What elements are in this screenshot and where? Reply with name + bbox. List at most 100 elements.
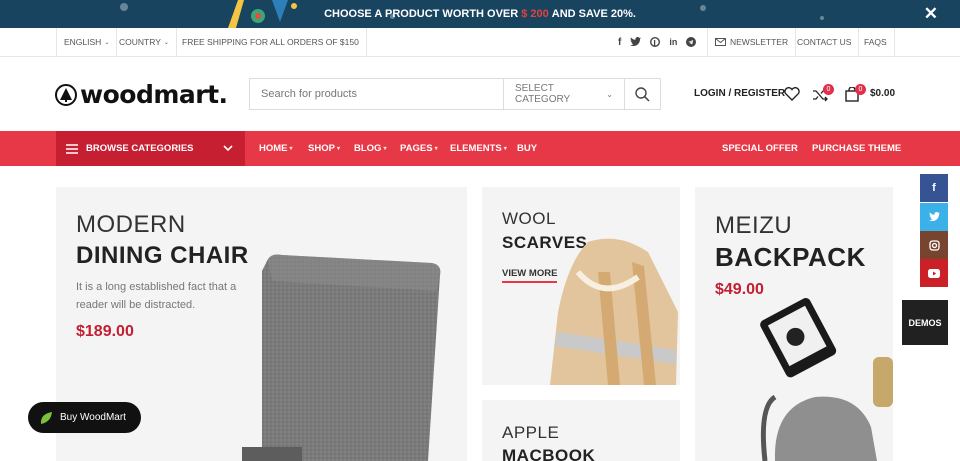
- special-offer-label: SPECIAL OFFER: [722, 143, 798, 154]
- contact-label: CONTACT US: [797, 37, 852, 47]
- promo-text-end: AND SAVE 20%.: [551, 8, 636, 20]
- purchase-theme-link[interactable]: PURCHASE THEME: [812, 131, 901, 166]
- card-title-line1: MEIZU: [715, 212, 793, 239]
- chevron-down-icon: ▾: [383, 146, 387, 152]
- promo-bar: CHOOSE A PRODUCT WORTH OVER $ 200 AND SA…: [0, 0, 960, 28]
- nav-item-label: ELEMENTS: [450, 143, 502, 154]
- snow-dot: [390, 14, 395, 19]
- twitter-icon[interactable]: [630, 37, 642, 47]
- faqs-link[interactable]: FAQS: [857, 28, 895, 56]
- side-twitter-button[interactable]: [920, 203, 948, 231]
- demos-label: DEMOS: [908, 317, 942, 328]
- card-title-line2: DINING CHAIR: [76, 242, 249, 269]
- search-input[interactable]: [250, 79, 503, 109]
- chevron-down-icon: ⌄: [606, 89, 613, 99]
- newsletter-link[interactable]: NEWSLETTER: [707, 28, 797, 56]
- hamburger-menu-icon: [66, 143, 78, 154]
- chevron-down-icon: ⌄: [163, 39, 169, 46]
- card-title-line1: MODERN: [76, 211, 186, 238]
- promo-card-meizu-backpack[interactable]: MEIZU BACKPACK $49.00: [695, 187, 893, 461]
- nav-item-home[interactable]: HOME ▾: [259, 131, 293, 166]
- wool-scarf-image: [550, 238, 678, 385]
- nav-item-blog[interactable]: BLOG ▾: [354, 131, 386, 166]
- side-facebook-button[interactable]: f: [920, 174, 948, 202]
- facebook-icon[interactable]: f: [618, 37, 621, 48]
- telegram-icon[interactable]: [686, 37, 697, 47]
- cart-total[interactable]: $0.00: [870, 88, 895, 99]
- browse-categories-button[interactable]: BROWSE CATEGORIES: [56, 131, 245, 166]
- nav-item-buy[interactable]: BUY: [517, 131, 537, 166]
- pinterest-icon[interactable]: [650, 37, 661, 47]
- newsletter-label: NEWSLETTER: [730, 37, 789, 47]
- nav-item-label: BUY: [517, 143, 538, 154]
- contact-link[interactable]: CONTACT US: [790, 28, 860, 56]
- buy-woodmart-label: Buy WoodMart: [60, 412, 126, 423]
- nav-item-label: BLOG: [354, 143, 382, 154]
- shipping-notice: FREE SHIPPING FOR ALL ORDERS OF $150: [175, 28, 367, 56]
- category-select-label: SELECT CATEGORY: [515, 83, 571, 105]
- christmas-decoration-icon: [228, 0, 297, 28]
- promo-card-apple-macbook[interactable]: APPLE MACBOOK: [482, 400, 680, 461]
- nav-item-pages[interactable]: PAGES ▾: [400, 131, 438, 166]
- language-selector[interactable]: ENGLISH ⌄: [56, 28, 118, 56]
- card-title-line2: BACKPACK: [715, 242, 866, 272]
- chevron-down-icon: ⌄: [104, 39, 110, 46]
- promo-card-wool-scarves[interactable]: WOOL SCARVES VIEW MORE: [482, 187, 680, 385]
- country-selector[interactable]: COUNTRY ⌄: [112, 28, 177, 56]
- snow-dot: [820, 16, 824, 20]
- side-instagram-button[interactable]: [920, 231, 948, 259]
- compare-count-badge: 0: [823, 84, 834, 95]
- envelope-icon: [715, 38, 726, 46]
- faqs-label: FAQS: [864, 37, 887, 47]
- tree-logo-icon: [55, 83, 77, 106]
- top-bar: ENGLISH ⌄ COUNTRY ⌄ FREE SHIPPING FOR AL…: [0, 28, 960, 57]
- promo-text-start: CHOOSE A PRODUCT WORTH OVER: [324, 8, 519, 20]
- shipping-text: FREE SHIPPING FOR ALL ORDERS OF $150: [182, 37, 359, 47]
- nav-item-shop[interactable]: SHOP ▾: [308, 131, 340, 166]
- search-button[interactable]: [624, 79, 660, 109]
- nav-item-elements[interactable]: ELEMENTS ▾: [450, 131, 507, 166]
- chevron-down-icon: ▾: [336, 146, 340, 152]
- login-register-link[interactable]: LOGIN / REGISTER: [694, 88, 785, 99]
- chevron-down-icon: ▾: [503, 146, 507, 152]
- category-select[interactable]: SELECT CATEGORY ⌄: [503, 79, 624, 109]
- chevron-down-icon: ▾: [289, 146, 293, 152]
- social-links: f in: [618, 28, 697, 56]
- search-bar: SELECT CATEGORY ⌄: [249, 78, 661, 110]
- nav-item-label: HOME: [259, 143, 288, 154]
- promo-price: $ 200: [521, 8, 549, 20]
- card-title-line1: APPLE: [502, 423, 560, 442]
- purchase-theme-label: PURCHASE THEME: [812, 143, 902, 154]
- cart-count-badge: 0: [855, 84, 866, 95]
- linkedin-icon[interactable]: in: [669, 37, 677, 47]
- card-description: It is a long established fact that a rea…: [76, 281, 237, 311]
- close-icon[interactable]: ✕: [924, 5, 938, 22]
- wishlist-heart-icon[interactable]: [784, 87, 800, 101]
- side-youtube-button[interactable]: [920, 259, 948, 287]
- demos-button[interactable]: DEMOS: [902, 300, 948, 345]
- snow-dot: [700, 5, 706, 11]
- facebook-icon: f: [932, 182, 936, 194]
- nav-item-label: SHOP: [308, 143, 335, 154]
- card-title-line2: MACBOOK: [502, 446, 596, 461]
- nav-item-label: PAGES: [400, 143, 433, 154]
- search-icon: [635, 86, 650, 102]
- dining-chair-image: [242, 254, 441, 461]
- buy-woodmart-button[interactable]: Buy WoodMart: [28, 402, 141, 433]
- main-navigation: BROWSE CATEGORIES HOME ▾ SHOP ▾ BLOG ▾ PAGE…: [0, 131, 960, 166]
- logo-text: woodmart.: [80, 80, 228, 109]
- site-logo[interactable]: woodmart.: [55, 80, 228, 109]
- special-offer-link[interactable]: SPECIAL OFFER: [722, 131, 798, 166]
- instagram-icon: [928, 239, 940, 251]
- language-label: ENGLISH: [64, 37, 102, 47]
- twitter-icon: [928, 212, 940, 221]
- youtube-icon: [928, 268, 940, 278]
- card-title-line1: WOOL: [502, 209, 556, 228]
- backpack-and-ereader-image: [760, 298, 893, 461]
- card-price: $189.00: [76, 323, 134, 340]
- snow-dot: [120, 3, 128, 11]
- chevron-down-icon: ▾: [434, 146, 438, 152]
- leaf-icon: [40, 411, 52, 424]
- browse-categories-label: BROWSE CATEGORIES: [86, 143, 194, 154]
- country-label: COUNTRY: [119, 37, 161, 47]
